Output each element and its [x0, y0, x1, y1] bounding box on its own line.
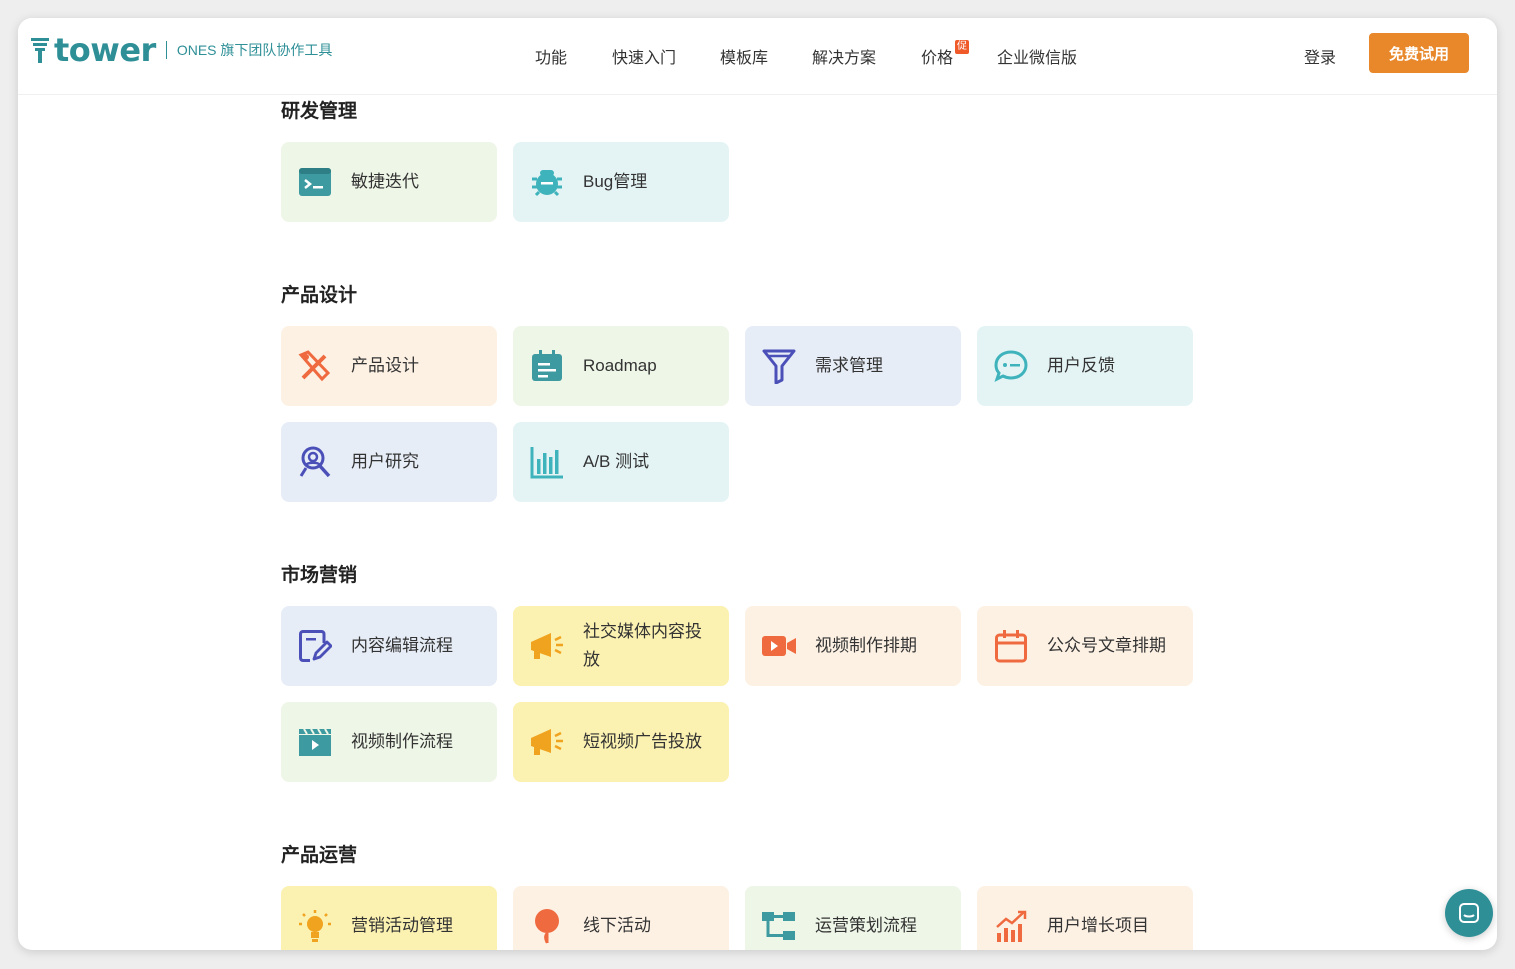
logo-divider — [165, 41, 167, 59]
nav-pricing[interactable]: 价格 促 — [921, 40, 969, 68]
nav-quickstart[interactable]: 快速入门 — [612, 44, 676, 68]
card-label: 需求管理 — [815, 356, 883, 375]
free-trial-button[interactable]: 免费试用 — [1369, 33, 1469, 73]
logo-text: tower — [54, 31, 156, 69]
card-label: 用户反馈 — [1047, 356, 1115, 375]
card-label: 视频制作流程 — [351, 732, 453, 751]
megaphone-icon — [529, 628, 565, 664]
card-label: 运营策划流程 — [815, 916, 917, 935]
card-label: 营销活动管理 — [351, 916, 453, 935]
funnel-icon — [761, 348, 797, 384]
login-link[interactable]: 登录 — [1304, 44, 1336, 68]
promo-badge: 促 — [955, 40, 969, 54]
template-card-social-media[interactable]: 社交媒体内容投放 — [513, 606, 729, 686]
card-label: 视频制作排期 — [815, 636, 917, 655]
design-tools-icon — [297, 348, 333, 384]
logo-tagline: ONES 旗下团队协作工具 — [176, 42, 333, 58]
nav-wecom[interactable]: 企业微信版 — [997, 44, 1077, 68]
template-card-bug[interactable]: Bug管理 — [513, 142, 729, 222]
card-label: 线下活动 — [583, 916, 651, 935]
card-label: 社交媒体内容投放 — [583, 622, 702, 669]
template-card-ops-planning[interactable]: 运营策划流程 — [745, 886, 961, 950]
template-card-user-research[interactable]: 用户研究 — [281, 422, 497, 502]
growth-chart-icon — [993, 908, 1029, 944]
card-label: 产品设计 — [351, 356, 419, 375]
chat-widget-icon — [1459, 903, 1479, 923]
card-label: 内容编辑流程 — [351, 636, 453, 655]
video-camera-icon — [761, 628, 797, 664]
template-card-feedback[interactable]: 用户反馈 — [977, 326, 1193, 406]
template-card-video-production[interactable]: 视频制作流程 — [281, 702, 497, 782]
template-card-user-growth[interactable]: 用户增长项目 — [977, 886, 1193, 950]
card-label: 公众号文章排期 — [1047, 636, 1166, 655]
template-card-roadmap[interactable]: Roadmap — [513, 326, 729, 406]
template-card-wechat-article[interactable]: 公众号文章排期 — [977, 606, 1193, 686]
section-title-operations: 产品运营 — [281, 845, 358, 866]
template-card-content-editing[interactable]: 内容编辑流程 — [281, 606, 497, 686]
megaphone-icon — [529, 724, 565, 760]
template-card-ab-test[interactable]: A/B 测试 — [513, 422, 729, 502]
nav-templates[interactable]: 模板库 — [720, 44, 768, 68]
logo[interactable]: tower ONES 旗下团队协作工具 — [30, 34, 332, 66]
card-label: 用户增长项目 — [1047, 916, 1149, 935]
site-header: tower ONES 旗下团队协作工具 功能 快速入门 模板库 解决方案 价格 … — [18, 18, 1497, 95]
terminal-icon — [297, 164, 333, 200]
template-content: 研发管理 敏捷迭代 Bug管理 产品设计 产品设计 Roadmap 需求管理 用… — [18, 18, 1497, 950]
template-card-agile[interactable]: 敏捷迭代 — [281, 142, 497, 222]
nav-pricing-label: 价格 — [921, 50, 954, 67]
section-title-design: 产品设计 — [281, 285, 358, 306]
template-card-video-schedule[interactable]: 视频制作排期 — [745, 606, 961, 686]
user-search-icon — [297, 444, 333, 480]
nav-features[interactable]: 功能 — [535, 44, 567, 68]
template-card-offline-event[interactable]: 线下活动 — [513, 886, 729, 950]
map-pin-icon — [529, 908, 565, 944]
section-title-marketing: 市场营销 — [281, 565, 358, 586]
card-label: 敏捷迭代 — [351, 172, 419, 191]
chat-bubble-icon — [993, 348, 1029, 384]
clapperboard-icon — [297, 724, 333, 760]
card-label: 短视频广告投放 — [583, 732, 702, 751]
calendar-icon — [993, 628, 1029, 664]
card-label: A/B 测试 — [583, 452, 650, 471]
flow-tree-icon — [761, 908, 797, 944]
tower-logo-icon — [31, 38, 49, 63]
chat-widget-button[interactable] — [1445, 889, 1493, 937]
section-title-rd: 研发管理 — [281, 101, 358, 122]
bug-icon — [529, 164, 565, 200]
nav-solutions[interactable]: 解决方案 — [812, 44, 876, 68]
template-card-campaign[interactable]: 营销活动管理 — [281, 886, 497, 950]
browser-window: tower ONES 旗下团队协作工具 功能 快速入门 模板库 解决方案 价格 … — [18, 18, 1497, 950]
card-label: Roadmap — [583, 356, 657, 375]
card-label: Bug管理 — [583, 172, 648, 191]
card-label: 用户研究 — [351, 452, 419, 471]
edit-doc-icon — [297, 628, 333, 664]
lightbulb-icon — [297, 908, 333, 944]
calendar-list-icon — [529, 348, 565, 384]
template-card-product-design[interactable]: 产品设计 — [281, 326, 497, 406]
template-card-short-video-ads[interactable]: 短视频广告投放 — [513, 702, 729, 782]
bar-chart-icon — [529, 444, 565, 480]
template-card-requirements[interactable]: 需求管理 — [745, 326, 961, 406]
